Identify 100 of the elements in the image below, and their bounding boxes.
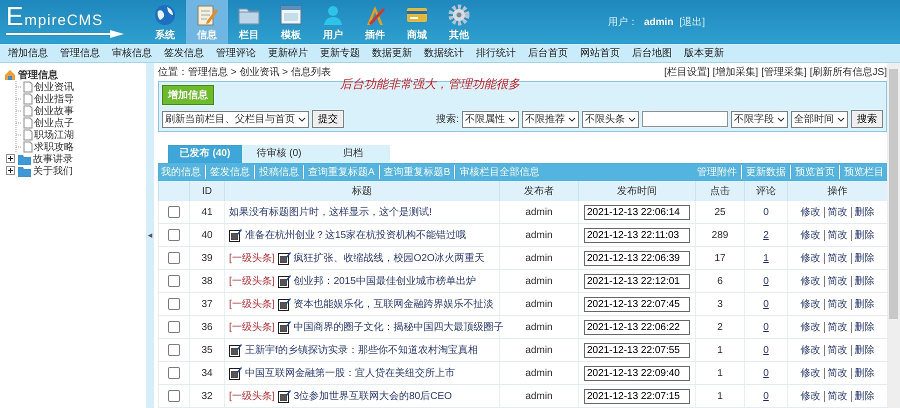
subnav-link[interactable]: 审核信息 xyxy=(112,46,152,60)
filter-select[interactable]: 全部时间 xyxy=(791,110,848,128)
subnav-link[interactable]: 版本更新 xyxy=(684,46,724,60)
row-checkbox[interactable] xyxy=(168,344,180,356)
filter-select[interactable]: 不限头条 xyxy=(582,110,639,128)
action-link[interactable]: 修改 xyxy=(800,322,820,333)
subnav-link[interactable]: 后台首页 xyxy=(528,46,568,60)
action-link[interactable]: 修改 xyxy=(800,207,820,218)
subnav-link[interactable]: 管理信息 xyxy=(60,46,100,60)
filter-select[interactable]: 不限属性 xyxy=(462,110,519,128)
comment-count-link[interactable]: 2 xyxy=(763,230,769,240)
action-link[interactable]: 简改 xyxy=(824,391,848,402)
row-checkbox[interactable] xyxy=(168,252,180,264)
subnav-link[interactable]: 数据统计 xyxy=(424,46,464,60)
top-link[interactable]: [管理采集] xyxy=(761,65,807,79)
tree-item[interactable]: 创业指导 xyxy=(34,92,74,106)
row-checkbox[interactable] xyxy=(168,298,180,310)
action-link[interactable]: 修改 xyxy=(800,299,820,310)
action-link[interactable]: 删除 xyxy=(850,299,874,310)
time-field[interactable]: 2021-12-13 22:07:15 xyxy=(584,388,690,404)
comment-count-link[interactable]: 0 xyxy=(763,344,769,356)
title-link[interactable]: 王新宇f的乡镇探访实录：那些你不知道农村淘宝真相 xyxy=(245,343,478,357)
action-link[interactable]: 简改 xyxy=(824,276,848,287)
title-link[interactable]: 创业邦：2015中国最佳创业城市榜单出炉 xyxy=(294,274,476,288)
top-link[interactable]: [栏目设置] xyxy=(664,65,710,79)
search-field[interactable] xyxy=(642,111,728,127)
action-link[interactable]: 修改 xyxy=(800,253,820,264)
tab[interactable]: 待审核 (0) xyxy=(242,145,316,163)
comment-count-link[interactable]: 0 xyxy=(763,322,769,332)
expand-icon[interactable] xyxy=(6,154,16,164)
title-link[interactable]: 疯狂扩张、收缩战线，校园O2O冰火两重天 xyxy=(294,251,485,265)
scrollbar[interactable] xyxy=(887,63,900,408)
collapse-handle[interactable]: ◂ xyxy=(146,63,154,408)
title-link[interactable]: 资本也能娱乐化，互联网金融跨界娱乐不扯淡 xyxy=(294,297,494,311)
comment-count-link[interactable]: 0 xyxy=(763,368,769,378)
top-link[interactable]: [增加采集] xyxy=(712,65,758,79)
tab[interactable]: 归档 xyxy=(316,145,390,163)
row-checkbox[interactable] xyxy=(168,206,180,218)
comment-count-link[interactable]: 1 xyxy=(763,252,769,264)
action-link[interactable]: 删除 xyxy=(850,322,874,333)
action-link[interactable]: 修改 xyxy=(800,345,820,356)
tree-item[interactable]: 创业点子 xyxy=(34,116,74,130)
action-link[interactable]: 修改 xyxy=(800,391,820,402)
tree-root-label[interactable]: 管理信息 xyxy=(18,68,58,82)
comment-count-link[interactable]: 0 xyxy=(763,298,769,310)
row-checkbox[interactable] xyxy=(168,367,180,379)
action-link[interactable]: 删除 xyxy=(850,391,874,402)
action-link[interactable]: 简改 xyxy=(824,299,848,310)
time-field[interactable]: 2021-12-13 22:09:40 xyxy=(584,366,690,380)
filter-select[interactable]: 不限推荐 xyxy=(522,110,579,128)
subnav-link[interactable]: 更新碎片 xyxy=(268,46,308,60)
time-field[interactable]: 2021-12-13 22:07:45 xyxy=(584,296,690,312)
time-field[interactable]: 2021-12-13 22:06:14 xyxy=(584,204,690,220)
time-field[interactable]: 2021-12-13 22:06:39 xyxy=(584,250,690,266)
row-checkbox[interactable] xyxy=(168,321,180,333)
top-link[interactable]: [刷新所有信息JS] xyxy=(810,65,887,79)
tree-item[interactable]: 故事讲录 xyxy=(33,152,73,166)
tree-item[interactable]: 职场江湖 xyxy=(34,128,74,142)
scroll-thumb[interactable] xyxy=(889,69,898,319)
filter-select[interactable]: 不限字段 xyxy=(731,110,788,128)
title-link[interactable]: 如果没有标题图片时，这样显示，这个是测试! xyxy=(229,205,432,219)
submit-button[interactable]: 提交 xyxy=(312,110,344,128)
time-field[interactable]: 2021-12-13 22:12:01 xyxy=(584,274,690,288)
title-link[interactable]: 准备在杭州创业？这15家在杭投资机构不能错过哦 xyxy=(245,228,466,242)
subnav-link[interactable]: 网站首页 xyxy=(580,46,620,60)
action-link[interactable]: 简改 xyxy=(824,207,848,218)
tree-item[interactable]: 关于我们 xyxy=(33,164,73,178)
subnav-link[interactable]: 增加信息 xyxy=(8,46,48,60)
comment-count-link[interactable]: 0 xyxy=(763,276,769,286)
action-link[interactable]: 简改 xyxy=(824,345,848,356)
action-link[interactable]: 删除 xyxy=(850,368,874,379)
action-link[interactable]: 修改 xyxy=(800,230,820,241)
action-link[interactable]: 简改 xyxy=(824,230,848,241)
action-link[interactable]: 修改 xyxy=(800,368,820,379)
time-field[interactable]: 2021-12-13 22:11:03 xyxy=(584,228,690,242)
tree-item[interactable]: 求职攻略 xyxy=(34,140,74,154)
action-link[interactable]: 简改 xyxy=(824,253,848,264)
row-checkbox[interactable] xyxy=(168,390,180,402)
action-link[interactable]: 简改 xyxy=(824,368,848,379)
subnav-link[interactable]: 更新专题 xyxy=(320,46,360,60)
action-link[interactable]: 删除 xyxy=(850,207,874,218)
subnav-link[interactable]: 管理评论 xyxy=(216,46,256,60)
tree-item[interactable]: 创业资讯 xyxy=(34,80,74,94)
search-button[interactable]: 搜索 xyxy=(851,110,883,128)
expand-icon[interactable] xyxy=(6,166,16,176)
action-link[interactable]: 删除 xyxy=(850,345,874,356)
title-link[interactable]: 3位参加世界互联网大会的80后CEO xyxy=(294,389,452,403)
subnav-link[interactable]: 排行统计 xyxy=(476,46,516,60)
tree-item[interactable]: 创业故事 xyxy=(34,104,74,118)
action-link[interactable]: 修改 xyxy=(800,276,820,287)
action-link[interactable]: 删除 xyxy=(850,253,874,264)
time-field[interactable]: 2021-12-13 22:07:55 xyxy=(584,342,690,358)
subnav-link[interactable]: 后台地图 xyxy=(632,46,672,60)
row-checkbox[interactable] xyxy=(168,275,180,287)
action-link[interactable]: 简改 xyxy=(824,322,848,333)
subnav-link[interactable]: 签发信息 xyxy=(164,46,204,60)
time-field[interactable]: 2021-12-13 22:06:22 xyxy=(584,320,690,334)
action-link[interactable]: 删除 xyxy=(850,230,874,241)
row-checkbox[interactable] xyxy=(168,229,180,241)
subnav-link[interactable]: 数据更新 xyxy=(372,46,412,60)
